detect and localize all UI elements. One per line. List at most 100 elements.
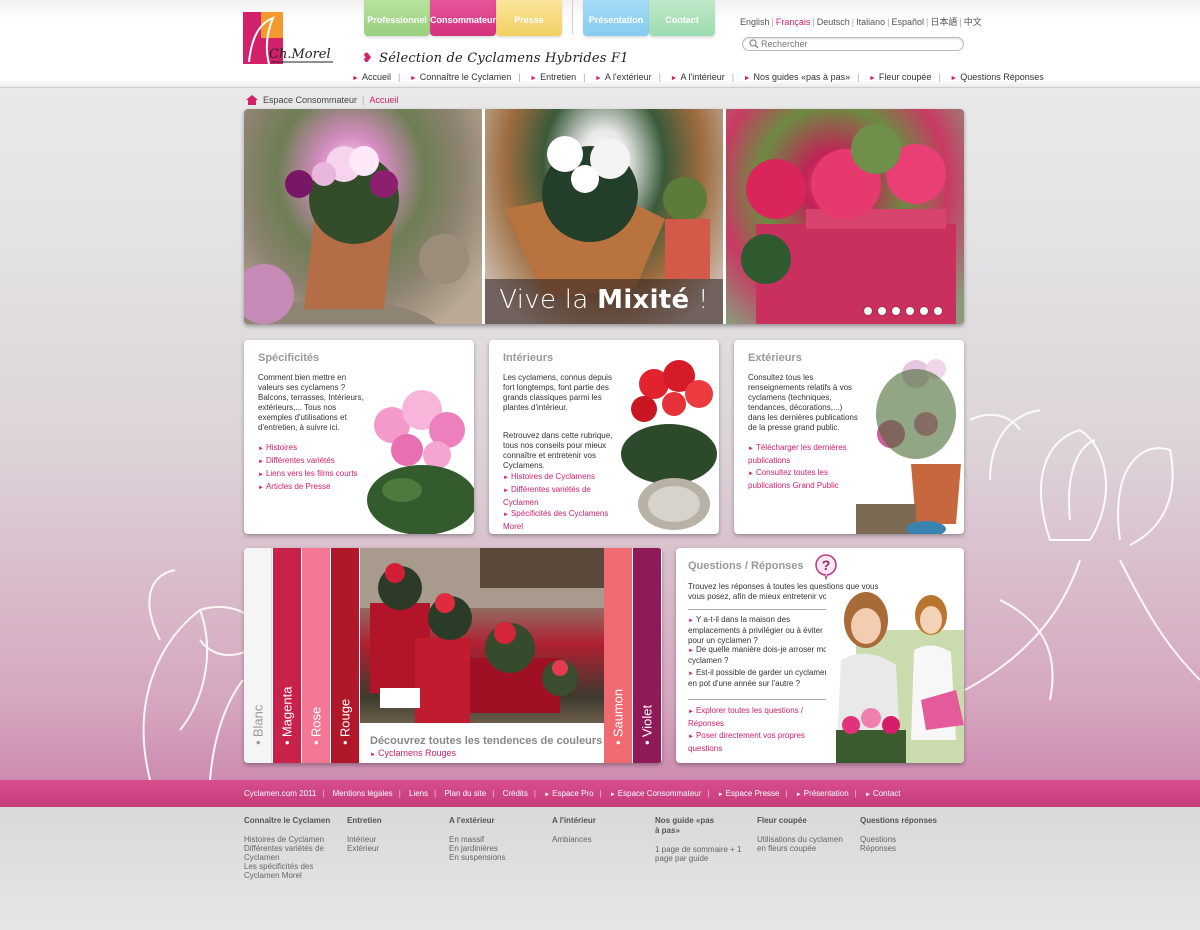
- tab-contact[interactable]: Contact: [649, 0, 715, 36]
- ch-morel-logo[interactable]: Ch.Morel: [243, 12, 338, 68]
- card-title[interactable]: Spécificités: [258, 352, 319, 364]
- search-icon[interactable]: [749, 39, 759, 49]
- breadcrumb-section[interactable]: Espace Consommateur: [263, 95, 357, 105]
- nav-connaitre[interactable]: ► Connaître le Cyclamen: [410, 72, 511, 82]
- color-trends-panel: ●Blanc ●Magenta ●Rose ●Rouge Découvrez t…: [244, 548, 662, 763]
- footer-link-espace-pro[interactable]: ► Espace Pro: [544, 789, 593, 798]
- color-stripe-rose[interactable]: ●Rose: [302, 548, 330, 763]
- home-icon[interactable]: [245, 94, 259, 105]
- footer-link-contact[interactable]: ► Contact: [865, 789, 901, 798]
- link-cyclamens-rouges[interactable]: ► Cyclamens Rouges: [370, 748, 456, 758]
- nav-entretien[interactable]: ► Entretien: [530, 72, 576, 82]
- color-stripe-blanc[interactable]: ●Blanc: [244, 548, 272, 763]
- qa-title[interactable]: Questions / Réponses: [688, 560, 804, 572]
- sitemap-heading[interactable]: Nos guide «pas à pas»: [655, 816, 715, 836]
- sitemap-link[interactable]: Extérieur: [347, 844, 442, 853]
- slide-dot[interactable]: [864, 307, 872, 315]
- link-specificites-morel[interactable]: ► Spécificités des Cyclamens Morel: [503, 508, 621, 532]
- lang-japanese[interactable]: 日本語: [930, 17, 957, 27]
- card-title[interactable]: Intérieurs: [503, 352, 553, 364]
- sitemap-heading[interactable]: Questions réponses: [860, 816, 955, 826]
- color-caption-title[interactable]: Découvrez toutes les tendences de couleu…: [370, 735, 602, 747]
- sitemap-link[interactable]: En suspensions: [449, 853, 544, 862]
- link-histoires-cyclamens[interactable]: ► Histoires de Cyclamens: [503, 471, 621, 484]
- footer-link-espace-presse[interactable]: ► Espace Presse: [718, 789, 780, 798]
- sitemap-link[interactable]: Ambiances: [552, 835, 647, 844]
- nav-guides[interactable]: ► Nos guides «pas à pas»: [744, 72, 851, 82]
- sitemap-link[interactable]: Différentes variétés de Cyclamen: [244, 844, 339, 862]
- sitemap-link[interactable]: Intérieur: [347, 835, 442, 844]
- nav-exterieur[interactable]: ► A l'extérieur: [595, 72, 652, 82]
- qa-question[interactable]: ► Est-il possible de garder un cyclamen e…: [688, 668, 838, 689]
- sitemap-link[interactable]: Les spécificités des Cyclamen Morel: [244, 862, 339, 880]
- slide-dot[interactable]: [934, 307, 942, 315]
- lang-espanol[interactable]: Español: [891, 17, 924, 27]
- site-header: Ch.Morel ❥ Sélection de Cyclamens Hybride…: [0, 0, 1200, 88]
- lang-italiano[interactable]: Italiano: [856, 17, 885, 27]
- lang-francais[interactable]: Français: [776, 17, 811, 27]
- sitemap-heading[interactable]: Entretien: [347, 816, 442, 826]
- question-icon: ?: [815, 554, 837, 580]
- nav-accueil[interactable]: ► Accueil: [352, 72, 391, 82]
- color-stripe-magenta[interactable]: ●Magenta: [273, 548, 301, 763]
- sitemap-heading[interactable]: A l'extérieur: [449, 816, 544, 826]
- link-histoires[interactable]: ► Histoires: [258, 442, 376, 455]
- sitemap-column: Nos guide «pas à pas» 1 page de sommaire…: [655, 816, 750, 863]
- tab-presentation[interactable]: Présentation: [583, 0, 649, 36]
- svg-text:Ch.Morel: Ch.Morel: [269, 47, 331, 62]
- link-varietes-cyclamen[interactable]: ► Différentes variétés de Cyclamen: [503, 484, 621, 508]
- footer-link-presentation[interactable]: ► Présentation: [796, 789, 849, 798]
- red-cyclamens-photo: [360, 548, 604, 723]
- qa-question[interactable]: ► De quelle manière dois-je arroser mon c…: [688, 645, 838, 666]
- link-poser-questions[interactable]: ► Poser directement vos propres questions: [688, 730, 818, 754]
- slide-dot[interactable]: [906, 307, 914, 315]
- footer-link-plan[interactable]: Plan du site: [444, 789, 486, 798]
- lang-chinese[interactable]: 中文: [964, 17, 982, 27]
- tab-presse[interactable]: Presse: [496, 0, 562, 36]
- footer-link-mentions[interactable]: Mentions légales: [333, 789, 393, 798]
- hero-slideshow[interactable]: Vive la Mixité !: [244, 109, 964, 324]
- hero-caption: Vive la Mixité !: [485, 279, 723, 324]
- hero-image-1: [244, 109, 482, 324]
- link-films[interactable]: ► Liens vers les films courts: [258, 468, 376, 481]
- search-input[interactable]: [761, 38, 956, 50]
- leaf-icon: ❥: [362, 51, 374, 66]
- nav-interieur[interactable]: ► A l'intérieur: [671, 72, 725, 82]
- tab-consommateur[interactable]: Consommateur: [430, 0, 496, 36]
- divider: [688, 609, 828, 610]
- lang-deutsch[interactable]: Deutsch: [817, 17, 850, 27]
- color-stripe-saumon[interactable]: ●Saumon: [604, 548, 632, 763]
- link-telecharger[interactable]: ► Télécharger les dernières publications: [748, 442, 866, 466]
- link-publications[interactable]: ► Consultez toutes les publications Grand…: [748, 467, 866, 491]
- sitemap-column: A l'extérieur En massif En jardinières E…: [449, 816, 544, 862]
- card-text: Retrouvez dans cette rubrique, tous nos …: [503, 431, 613, 470]
- sitemap-link[interactable]: Questions Réponses: [860, 835, 910, 853]
- sitemap-heading[interactable]: Connaître le Cyclamen: [244, 816, 339, 826]
- qa-question[interactable]: ► Y a-t-il dans la maison des emplacement…: [688, 615, 838, 646]
- color-stripe-rouge[interactable]: ●Rouge: [331, 548, 359, 763]
- link-articles[interactable]: ► Articles de Presse: [258, 481, 376, 494]
- slide-dot[interactable]: [920, 307, 928, 315]
- sitemap-link[interactable]: Utilisations du cyclamen en fleurs coupé…: [757, 835, 852, 853]
- footer-navigation: Cyclamen.com 2011 | Mentions légales | Lie…: [244, 789, 901, 798]
- link-varietes[interactable]: ► Différentes variétés: [258, 455, 376, 468]
- sitemap-heading[interactable]: Fleur coupée: [757, 816, 852, 826]
- sitemap-link[interactable]: En massif: [449, 835, 544, 844]
- tab-professionnel[interactable]: Professionnel: [364, 0, 430, 36]
- color-caption: Découvrez toutes les tendences de couleu…: [360, 723, 604, 763]
- sitemap-link[interactable]: Histoires de Cyclamen: [244, 835, 339, 844]
- sitemap-link[interactable]: En jardinières: [449, 844, 544, 853]
- color-stripe-violet[interactable]: ●Violet: [633, 548, 661, 763]
- footer-link-espace-conso[interactable]: ► Espace Consommateur: [610, 789, 702, 798]
- slide-dot[interactable]: [878, 307, 886, 315]
- footer-link-credits[interactable]: Crédits: [503, 789, 528, 798]
- footer-link-liens[interactable]: Liens: [409, 789, 428, 798]
- slide-dot[interactable]: [892, 307, 900, 315]
- nav-questions[interactable]: ► Questions Réponses: [950, 72, 1044, 82]
- lang-english[interactable]: English: [740, 17, 770, 27]
- link-explorer-questions[interactable]: ► Explorer toutes les questions / Réponse…: [688, 705, 818, 729]
- nav-fleur-coupee[interactable]: ► Fleur coupée: [869, 72, 931, 82]
- sitemap-link[interactable]: 1 page de sommaire + 1 page par guide: [655, 845, 750, 863]
- card-title[interactable]: Extérieurs: [748, 352, 802, 364]
- sitemap-heading[interactable]: A l'intérieur: [552, 816, 647, 826]
